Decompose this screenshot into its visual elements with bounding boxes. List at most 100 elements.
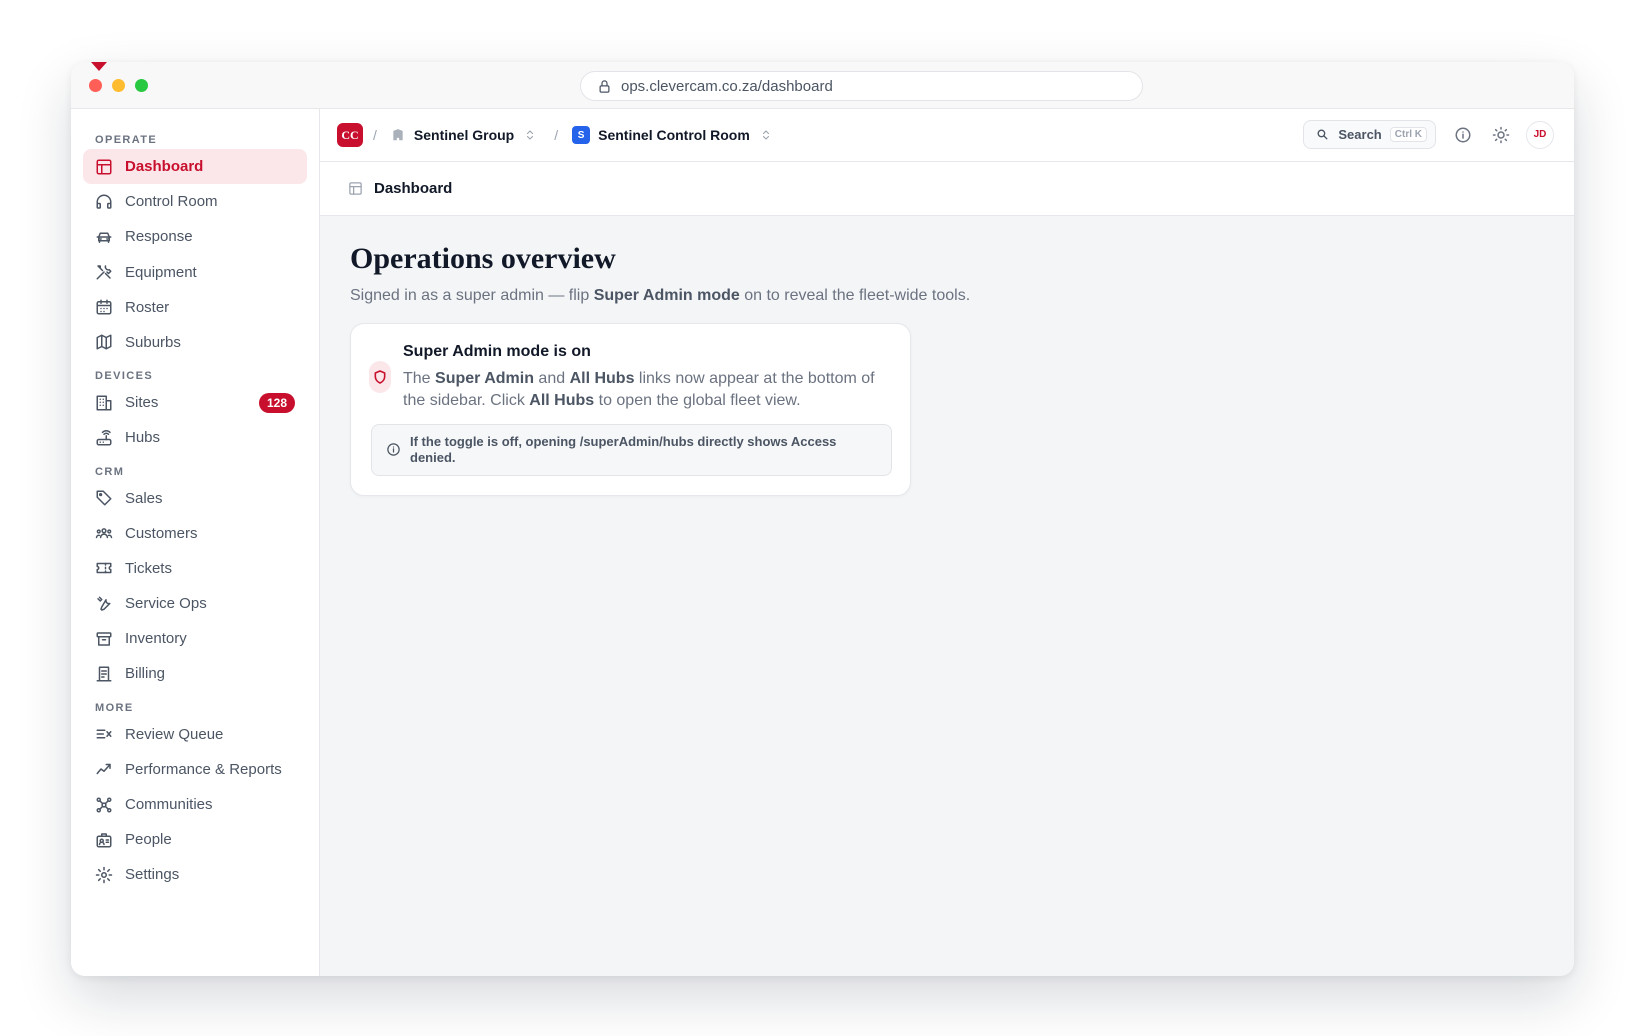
info-button[interactable] <box>1452 124 1474 146</box>
page-subtitle: Signed in as a super admin — flip Super … <box>350 287 971 304</box>
browser-window: ops.clevercam.co.za/dashboard OPERATE Da… <box>71 62 1574 976</box>
page-title: Operations overview <box>350 242 616 275</box>
sidebar-item-review-queue[interactable]: Review Queue <box>83 717 307 752</box>
address-bar[interactable]: ops.clevercam.co.za/dashboard <box>580 71 1143 101</box>
sidebar-item-label: Equipment <box>125 263 197 281</box>
sidebar-item-label: Customers <box>125 524 198 542</box>
sidebar-item-label: Hubs <box>125 429 161 447</box>
close-window-button[interactable] <box>89 79 102 92</box>
network-icon <box>95 796 113 814</box>
sidebar-section-crm: CRM <box>95 465 125 478</box>
search-shortcut: Ctrl K <box>1389 127 1427 142</box>
sun-icon <box>1492 126 1510 143</box>
info-icon <box>1455 127 1471 142</box>
main-area: CC / Sentinel Group / S Sentinel Control… <box>320 109 1574 976</box>
sidebar-item-label: Service Ops <box>125 595 207 613</box>
url-text: ops.clevercam.co.za/dashboard <box>621 77 833 95</box>
search-label: Search <box>1338 127 1382 142</box>
maximize-window-button[interactable] <box>135 79 148 92</box>
sidebar-item-response[interactable]: Response <box>83 219 307 254</box>
lock-icon <box>597 79 612 94</box>
tools-icon <box>95 263 113 281</box>
sidebar-item-inventory[interactable]: Inventory <box>83 621 307 656</box>
search-icon <box>1317 129 1328 140</box>
sidebar-item-label: Inventory <box>125 630 187 648</box>
wrench-icon <box>95 595 113 613</box>
sidebar-item-dashboard[interactable]: Dashboard <box>83 149 307 184</box>
sidebar-item-label: Suburbs <box>125 333 181 351</box>
minimize-window-button[interactable] <box>112 79 125 92</box>
calendar-icon <box>95 298 113 316</box>
sidebar-item-equipment[interactable]: Equipment <box>83 255 307 290</box>
sidebar-item-people[interactable]: People <box>83 822 307 857</box>
ticket-icon <box>95 559 113 577</box>
sidebar-section-devices: DEVICES <box>95 370 154 383</box>
sidebar-item-label: Settings <box>125 866 180 884</box>
map-icon <box>95 333 113 351</box>
building-icon <box>95 394 113 412</box>
page-header-title: Dashboard <box>374 180 453 197</box>
user-avatar[interactable]: JD <box>1526 120 1554 149</box>
sidebar-item-sites[interactable]: Sites 128 <box>83 385 307 420</box>
sidebar-item-hubs[interactable]: Hubs <box>83 420 307 455</box>
sidebar-item-label: Communities <box>125 796 213 813</box>
sidebar-item-sales[interactable]: Sales <box>83 481 307 516</box>
sidebar-section-more: MORE <box>95 701 134 714</box>
trend-icon <box>95 760 113 778</box>
sidebar-item-label: Sales <box>125 489 163 507</box>
users-icon <box>95 524 113 542</box>
list-check-icon <box>95 725 113 743</box>
sidebar-item-label: Review Queue <box>125 725 224 743</box>
access-note-text: If the toggle is off, opening /superAdmi… <box>410 434 837 465</box>
sidebar-item-label: Response <box>125 228 193 246</box>
super-admin-card: Super Admin mode is on The Super Admin a… <box>350 323 911 496</box>
sidebar-item-settings[interactable]: Settings <box>83 857 307 892</box>
sidebar-item-label: People <box>125 831 172 849</box>
access-note: If the toggle is off, opening /superAdmi… <box>371 424 892 476</box>
sidebar-item-billing[interactable]: Billing <box>83 656 307 691</box>
sidebar-item-performance-reports[interactable]: Performance & Reports <box>83 752 307 787</box>
headset-icon <box>95 193 113 211</box>
chevron-updown-icon <box>524 129 536 141</box>
shield-icon <box>369 361 391 393</box>
org-switcher[interactable]: Sentinel Group <box>391 127 536 143</box>
sidebar-section-operate: OPERATE <box>95 134 158 146</box>
layout-icon <box>95 158 113 176</box>
org-name: Sentinel Group <box>413 127 515 143</box>
sidebar-item-tickets[interactable]: Tickets <box>83 551 307 586</box>
super-admin-mode-label: Super Admin mode <box>593 287 740 304</box>
sidebar: OPERATE Dashboard Control Room Response … <box>71 109 320 976</box>
window-marker <box>91 62 107 71</box>
control-room-name: Sentinel Control Room <box>598 127 750 143</box>
sidebar-item-label: Roster <box>125 298 170 316</box>
company-logo[interactable]: CC <box>337 123 363 147</box>
gear-icon <box>95 866 113 884</box>
sidebar-item-communities[interactable]: Communities <box>83 787 307 822</box>
control-room-badge: S <box>572 126 591 144</box>
theme-toggle-button[interactable] <box>1490 124 1512 146</box>
search-button[interactable]: Search Ctrl K <box>1303 120 1436 149</box>
card-body: The Super Admin and All Hubs links now a… <box>403 370 875 409</box>
archive-icon <box>95 630 113 648</box>
control-room-switcher[interactable]: S Sentinel Control Room <box>572 126 772 144</box>
building-icon <box>391 128 405 142</box>
sidebar-item-suburbs[interactable]: Suburbs <box>83 325 307 360</box>
sites-count-badge: 128 <box>258 393 295 414</box>
receipt-icon <box>95 665 113 683</box>
id-badge-icon <box>95 831 113 849</box>
top-bar-actions: Search Ctrl K JD <box>1303 120 1554 149</box>
car-icon <box>95 228 113 246</box>
sidebar-item-customers[interactable]: Customers <box>83 516 307 551</box>
chevron-updown-icon <box>760 129 772 141</box>
sidebar-item-service-ops[interactable]: Service Ops <box>83 586 307 621</box>
sidebar-item-label: Billing <box>125 665 166 683</box>
sidebar-item-roster[interactable]: Roster <box>83 290 307 325</box>
browser-titlebar: ops.clevercam.co.za/dashboard <box>71 62 1574 109</box>
sidebar-item-label: Control Room <box>125 193 218 211</box>
sidebar-item-control-room[interactable]: Control Room <box>83 184 307 219</box>
layout-icon <box>348 181 363 196</box>
page-header: Dashboard <box>320 162 1574 216</box>
info-icon <box>386 442 401 457</box>
sidebar-item-label: Tickets <box>125 559 172 577</box>
sidebar-item-label: Dashboard <box>125 158 204 175</box>
